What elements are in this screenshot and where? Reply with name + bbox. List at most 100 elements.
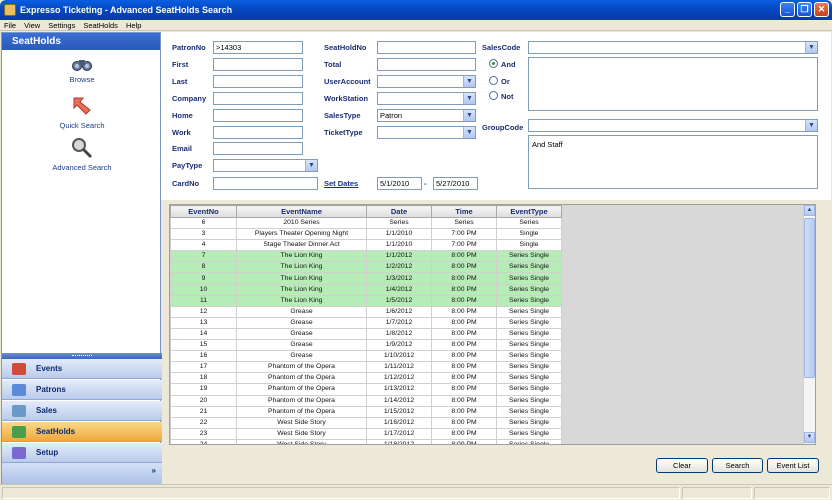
table-cell[interactable]: Phantom of the Opera (236, 372, 367, 385)
table-cell[interactable]: Series (496, 216, 562, 230)
table-cell[interactable]: Grease (236, 350, 367, 363)
table-cell[interactable]: 1/15/2012 (366, 405, 432, 418)
radio-or[interactable] (489, 76, 498, 85)
table-cell[interactable]: Grease (236, 305, 367, 318)
groupcode-list[interactable]: And Staff (528, 135, 818, 189)
table-cell[interactable]: Series Single (496, 250, 562, 263)
table-cell[interactable]: 8:00 PM (431, 350, 497, 363)
groupcode-select[interactable]: ▼ (528, 119, 818, 132)
table-cell[interactable]: 8:00 PM (431, 305, 497, 318)
menu-seatholds[interactable]: SeatHolds (79, 21, 122, 30)
minimize-button[interactable]: _ (780, 2, 795, 17)
table-cell[interactable]: 8:00 PM (431, 416, 497, 429)
table-cell[interactable]: 1/16/2012 (366, 416, 432, 429)
table-cell[interactable]: Series Single (496, 372, 562, 385)
salescode-list[interactable] (528, 57, 818, 111)
table-cell[interactable]: 9 (170, 272, 237, 285)
table-cell[interactable]: Series Single (496, 316, 562, 329)
table-cell[interactable]: 22 (170, 416, 237, 429)
browse-item[interactable]: Browse (2, 57, 162, 84)
table-cell[interactable]: Single (496, 239, 562, 252)
table-row[interactable]: 17 Phantom of the Opera 1/11/2012 8:00 PM Se… (170, 361, 562, 374)
table-cell[interactable]: Series Single (496, 283, 562, 296)
table-cell[interactable]: 13 (170, 316, 237, 329)
paytype-select[interactable]: ▼ (213, 159, 318, 172)
table-cell[interactable]: Grease (236, 316, 367, 329)
table-cell[interactable]: 19 (170, 383, 237, 396)
table-cell[interactable]: The Lion King (236, 272, 367, 285)
table-row[interactable]: 6 2010 Series Series Series Series (170, 216, 562, 230)
col-header-eventtype[interactable]: EventType (496, 205, 562, 218)
table-cell[interactable]: 20 (170, 394, 237, 407)
event-list-button[interactable]: Event List (767, 458, 819, 473)
table-cell[interactable]: Phantom of the Opera (236, 405, 367, 418)
clear-button[interactable]: Clear (656, 458, 708, 473)
table-cell[interactable]: Series Single (496, 261, 562, 274)
nav-sales[interactable]: Sales (2, 401, 162, 421)
table-cell[interactable]: 2010 Series (236, 216, 367, 230)
table-cell[interactable]: 1/1/2010 (366, 228, 432, 241)
table-cell[interactable]: 1/2/2012 (366, 261, 432, 274)
table-cell[interactable]: 24 (170, 438, 237, 444)
table-row[interactable]: 12 Grease 1/6/2012 8:00 PM Series Single (170, 305, 562, 318)
tickettype-select[interactable]: ▼ (377, 126, 476, 139)
table-cell[interactable]: 1/3/2012 (366, 272, 432, 285)
chevron-down-icon[interactable]: ▼ (805, 42, 817, 53)
quick-search-item[interactable]: Quick Search (2, 95, 162, 130)
table-cell[interactable]: 1/7/2012 (366, 316, 432, 329)
table-cell[interactable]: 1/9/2012 (366, 339, 432, 352)
table-row[interactable]: 7 The Lion King 1/1/2012 8:00 PM Series Sing… (170, 250, 562, 263)
table-row[interactable]: 4 Stage Theater Dinner Act 1/1/2010 7:00 PM… (170, 239, 562, 252)
table-row[interactable]: 14 Grease 1/8/2012 8:00 PM Series Single (170, 327, 562, 341)
seatholdno-field[interactable] (377, 41, 476, 54)
table-cell[interactable]: 8:00 PM (431, 405, 497, 418)
scroll-down-icon[interactable]: ▼ (804, 432, 815, 443)
nav-more[interactable]: » (2, 463, 162, 486)
table-cell[interactable]: 1/11/2012 (366, 361, 432, 374)
table-cell[interactable]: 7:00 PM (431, 239, 497, 252)
advanced-search-item[interactable]: Advanced Search (2, 137, 162, 172)
home-field[interactable] (213, 109, 303, 122)
table-cell[interactable]: 1/17/2012 (366, 427, 432, 440)
table-cell[interactable]: 8:00 PM (431, 383, 497, 396)
table-cell[interactable]: Phantom of the Opera (236, 383, 367, 396)
table-cell[interactable]: Series Single (496, 438, 562, 444)
table-row[interactable]: 15 Grease 1/9/2012 8:00 PM Series Single (170, 339, 562, 352)
table-cell[interactable]: 1/5/2012 (366, 294, 432, 307)
table-cell[interactable]: Stage Theater Dinner Act (236, 239, 367, 252)
maximize-button[interactable]: ❐ (797, 2, 812, 17)
col-header-date[interactable]: Date (366, 205, 432, 218)
table-cell[interactable]: 6 (170, 216, 237, 230)
table-cell[interactable]: 8:00 PM (431, 250, 497, 263)
last-field[interactable] (213, 75, 303, 88)
table-cell[interactable]: West Side Story (236, 416, 367, 429)
table-row[interactable]: 24 West Side Story 1/18/2012 8:00 PM Series … (170, 438, 562, 444)
table-cell[interactable]: 8:00 PM (431, 394, 497, 407)
table-row[interactable]: 22 West Side Story 1/16/2012 8:00 PM Series … (170, 416, 562, 429)
nav-events[interactable]: Events (2, 359, 162, 379)
col-header-eventno[interactable]: EventNo (170, 205, 237, 218)
table-cell[interactable]: Series Single (496, 305, 562, 318)
table-cell[interactable]: 14 (170, 327, 237, 341)
col-header-eventname[interactable]: EventName (236, 205, 367, 218)
col-header-time[interactable]: Time (431, 205, 497, 218)
table-cell[interactable]: Players Theater Opening Night (236, 228, 367, 241)
table-cell[interactable]: 1/14/2012 (366, 394, 432, 407)
useraccount-select[interactable]: ▼ (377, 75, 476, 88)
chevron-down-icon[interactable]: ▼ (463, 110, 475, 121)
table-cell[interactable]: 1/1/2010 (366, 239, 432, 252)
table-row[interactable]: 16 Grease 1/10/2012 8:00 PM Series Single (170, 350, 562, 363)
company-field[interactable] (213, 92, 303, 105)
table-cell[interactable]: 11 (170, 294, 237, 307)
email-field[interactable] (213, 142, 303, 155)
table-row[interactable]: 23 West Side Story 1/17/2012 8:00 PM Series … (170, 427, 562, 440)
set-dates-link[interactable]: Set Dates (324, 179, 358, 188)
table-row[interactable]: 8 The Lion King 1/2/2012 8:00 PM Series Sing… (170, 261, 562, 274)
table-cell[interactable]: Series Single (496, 272, 562, 285)
close-button[interactable]: ✕ (814, 2, 829, 17)
table-cell[interactable]: 23 (170, 427, 237, 440)
table-cell[interactable]: Phantom of the Opera (236, 361, 367, 374)
table-row[interactable]: 11 The Lion King 1/5/2012 8:00 PM Series Sin… (170, 294, 562, 307)
search-button[interactable]: Search (712, 458, 763, 473)
table-cell[interactable]: Single (496, 228, 562, 241)
